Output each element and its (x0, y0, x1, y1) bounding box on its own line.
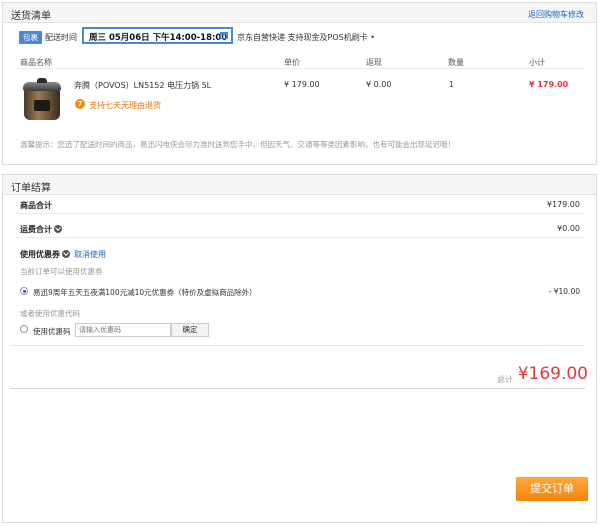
pot-lid (23, 82, 61, 91)
product-subtotal: ¥ 179.00 (529, 80, 569, 89)
total-value: ¥169.00 (517, 364, 588, 384)
calendar-icon[interactable] (220, 32, 228, 39)
shipping-title: 送货清单 (11, 11, 51, 22)
pot-knob (37, 78, 47, 83)
product-name[interactable]: 奔腾（POVOS）LN5152 电压力锅 5L (74, 80, 211, 91)
delivery-time-row: 包裹 配送时间 周三 05月06日 下午14:00-18:00 京东自营快递 支… (15, 27, 575, 44)
seven-day-return-icon: 7 (75, 99, 85, 109)
shipping-total-text: 运费合计 (20, 225, 52, 234)
col-cashback: 返现 (366, 58, 382, 67)
coupon-option[interactable]: 易迅9周年五天五夜满100元减10元优惠券（特价及虚拟商品除外） - ¥10.0… (20, 285, 580, 299)
delivery-info: 京东自营快递 支持现金及POS机刷卡 • (237, 33, 376, 42)
shipping-total-value: ¥0.00 (557, 224, 580, 233)
coupon-text: 易迅9周年五天五夜满100元减10元优惠券（特价及虚拟商品除外） (33, 288, 257, 297)
col-subtotal: 小计 (529, 58, 545, 67)
settlement-title: 订单结算 (11, 183, 51, 194)
col-quantity: 数量 (448, 58, 464, 67)
divider (10, 388, 585, 389)
submit-order-button[interactable]: 提交订单 (516, 477, 588, 501)
promo-code-confirm-button[interactable]: 确定 (171, 323, 209, 337)
delivery-time-select[interactable]: 周三 05月06日 下午14:00-18:00 (82, 27, 233, 44)
package-badge: 包裹 (19, 31, 42, 44)
chevron-up-icon[interactable] (62, 250, 70, 258)
delivery-tip: 温馨提示：您选了配送时间的商品，易迅闪电侠会尽力准时送到您手中，但因天气、交通等… (20, 140, 455, 149)
back-to-cart-link[interactable]: 返回购物车修改 (528, 9, 584, 20)
returns-text: 支持七天无理由退货 (89, 101, 161, 110)
shipping-panel-header: 送货清单 返回购物车修改 (3, 3, 596, 23)
settlement-panel-header: 订单结算 (3, 175, 596, 195)
col-product-name: 商品名称 (20, 58, 52, 67)
coupon-note: 当前订单可以使用优惠券 (20, 267, 103, 276)
promo-code-radio[interactable] (20, 325, 28, 333)
product-table-header: 商品名称 单价 返现 数量 小计 (15, 55, 585, 69)
delivery-time-label: 配送时间 (45, 33, 77, 42)
shipping-total-row[interactable]: 运费合计 ¥0.00 (15, 218, 585, 238)
divider (10, 345, 585, 346)
coupon-label: 使用优惠券 (20, 250, 60, 259)
goods-total-row: 商品合计 ¥179.00 (15, 194, 585, 214)
product-price: ¥ 179.00 (284, 80, 320, 89)
coupon-amount: - ¥10.00 (548, 287, 580, 296)
promo-code-row: 使用优惠码 确定 (20, 323, 220, 337)
promo-code-label: 使用优惠码 (33, 327, 71, 336)
chevron-down-icon[interactable] (54, 225, 62, 233)
total-label: 总计 (497, 375, 513, 384)
coupon-header: 使用优惠券 取消使用 (20, 249, 106, 260)
product-image[interactable] (20, 78, 64, 124)
product-cashback: ¥ 0.00 (366, 80, 392, 89)
goods-total-label: 商品合计 (20, 201, 52, 210)
coupon-radio[interactable] (20, 287, 28, 295)
delivery-time-value: 周三 05月06日 下午14:00-18:00 (89, 33, 228, 43)
goods-total-value: ¥179.00 (546, 200, 580, 209)
col-unit-price: 单价 (284, 58, 300, 67)
promo-code-note: 或者使用优惠代码 (20, 309, 80, 318)
product-quantity: 1 (449, 80, 455, 89)
promo-code-input[interactable] (75, 323, 171, 337)
cancel-coupon-link[interactable]: 取消使用 (74, 250, 106, 259)
shipping-total-label[interactable]: 运费合计 (20, 224, 62, 235)
pot-panel (34, 100, 50, 111)
